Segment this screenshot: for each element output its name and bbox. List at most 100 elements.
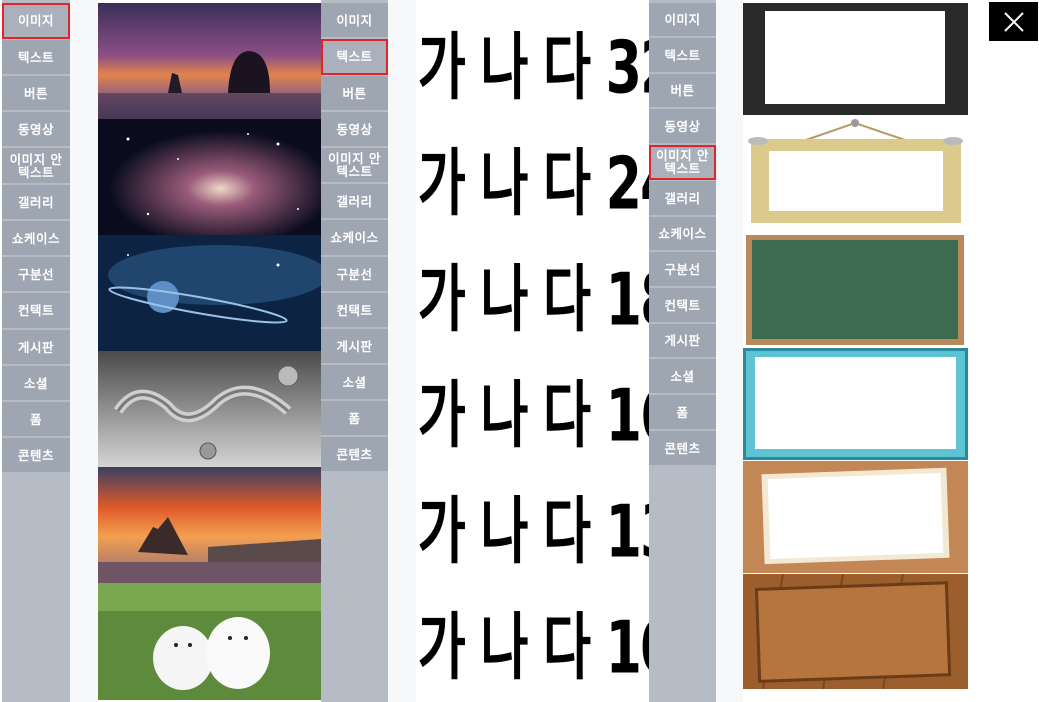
black-frame-icon: [743, 3, 968, 115]
menu-item-label: 콘텐츠: [336, 446, 373, 462]
menu-item-label: 버튼: [23, 85, 48, 101]
spacer: [716, 0, 743, 702]
wood-plank-frame-icon: [743, 574, 968, 689]
frame-chalkboard[interactable]: [743, 235, 968, 347]
frame-brown-paper[interactable]: [743, 461, 968, 573]
menu-item-label: 게시판: [17, 339, 54, 355]
menu-item-label: 이미지 안 텍스트: [9, 151, 63, 180]
menu-item-label: 텍스트: [17, 49, 54, 65]
menu-item-label: 게시판: [336, 338, 373, 354]
menu-item-label: 게시판: [664, 333, 701, 348]
menu-item-12[interactable]: 콘텐츠: [649, 431, 716, 466]
menu-item-label: 버튼: [342, 85, 367, 101]
photo-sunset-icon: [98, 3, 321, 119]
sidebar-secondary: 이미지텍스트버튼동영상이미지 안 텍스트갤러리쇼케이스구분선컨택트게시판소셜폼콘…: [321, 0, 388, 702]
menu-item-2[interactable]: 버튼: [321, 76, 388, 111]
menu-item-12[interactable]: 콘텐츠: [2, 438, 70, 473]
menu-item-label: 컨택트: [664, 297, 701, 313]
menu-item-9[interactable]: 게시판: [649, 324, 716, 358]
menu-item-label: 동영상: [336, 121, 373, 137]
menu-item-0[interactable]: 이미지: [649, 3, 716, 37]
turquoise-frame-icon: [743, 348, 968, 460]
menu-item-2[interactable]: 버튼: [649, 74, 716, 108]
photo-shipwreck-icon: [98, 467, 321, 583]
spacer: [388, 0, 416, 702]
menu-item-1[interactable]: 텍스트: [649, 38, 716, 73]
menu-item-6[interactable]: 쇼케이스: [649, 217, 716, 251]
menu-item-4[interactable]: 이미지 안 텍스트: [2, 148, 70, 184]
image-thumb-shipwreck[interactable]: [98, 467, 321, 583]
chalkboard-frame-icon: [743, 235, 968, 347]
menu-item-2[interactable]: 버튼: [2, 76, 70, 111]
menu-item-8[interactable]: 컨택트: [649, 288, 716, 323]
sidebar-primary: 이미지텍스트버튼동영상이미지 안 텍스트갤러리쇼케이스구분선컨택트게시판소셜폼콘…: [2, 0, 70, 702]
close-icon: [1003, 11, 1024, 32]
menu-item-6[interactable]: 쇼케이스: [2, 221, 70, 256]
close-button[interactable]: [989, 2, 1038, 41]
menu-item-label: 갤러리: [336, 193, 373, 209]
menu-item-label: 구분선: [17, 266, 54, 282]
menu-item-1[interactable]: 텍스트: [2, 40, 70, 75]
menu-item-10[interactable]: 소셜: [2, 366, 70, 401]
image-thumb-chrome[interactable]: [98, 351, 321, 467]
menu-item-11[interactable]: 폼: [649, 395, 716, 430]
menu-item-4[interactable]: 이미지 안 텍스트: [321, 148, 388, 183]
menu-item-label: 동영상: [664, 118, 701, 134]
frame-black[interactable]: [743, 3, 968, 115]
photo-puppies-icon: [98, 583, 321, 700]
menu-item-label: 소셜: [670, 368, 695, 384]
menu-item-label: 쇼케이스: [11, 230, 60, 246]
menu-item-9[interactable]: 게시판: [321, 329, 388, 364]
menu-item-7[interactable]: 구분선: [649, 252, 716, 287]
menu-item-7[interactable]: 구분선: [321, 257, 388, 292]
menu-item-label: 콘텐츠: [17, 447, 54, 463]
menu-item-label: 폼: [348, 410, 361, 426]
menu-item-3[interactable]: 동영상: [649, 109, 716, 144]
menu-item-11[interactable]: 폼: [2, 402, 70, 437]
menu-item-6[interactable]: 쇼케이스: [321, 220, 388, 256]
menu-item-3[interactable]: 동영상: [321, 112, 388, 147]
menu-item-1[interactable]: 텍스트: [321, 39, 388, 75]
menu-item-12[interactable]: 콘텐츠: [321, 437, 388, 472]
menu-item-5[interactable]: 갤러리: [649, 181, 716, 216]
photo-space-icon: [98, 119, 321, 235]
menu-item-label: 텍스트: [664, 47, 701, 63]
image-thumb-sunset[interactable]: [98, 3, 321, 119]
menu-item-10[interactable]: 소셜: [321, 365, 388, 400]
menu-item-label: 컨택트: [17, 303, 54, 318]
menu-item-10[interactable]: 소셜: [649, 359, 716, 394]
menu-item-0[interactable]: 이미지: [321, 3, 388, 38]
frame-wood-plank[interactable]: [743, 574, 968, 689]
menu-item-5[interactable]: 갤러리: [321, 184, 388, 219]
text-size-list: 가 나 다 32px 가 나 다 24px 가 나 다 18px 가 나 다 1…: [416, 3, 744, 702]
menu-item-5[interactable]: 갤러리: [2, 185, 70, 220]
menu-item-label: 갤러리: [664, 190, 701, 206]
menu-item-label: 소셜: [342, 374, 367, 390]
menu-item-label: 쇼케이스: [330, 230, 379, 245]
image-thumb-planet[interactable]: [98, 235, 321, 351]
menu-item-label: 컨택트: [336, 302, 373, 318]
menu-item-11[interactable]: 폼: [321, 401, 388, 436]
sidebar-tertiary: 이미지텍스트버튼동영상이미지 안 텍스트갤러리쇼케이스구분선컨택트게시판소셜폼 콘…: [649, 0, 716, 702]
frame-turquoise[interactable]: [743, 348, 968, 460]
menu-item-label: 소셜: [23, 375, 48, 391]
menu-item-8[interactable]: 컨택트: [321, 293, 388, 328]
menu-item-label: 쇼케이스: [658, 226, 707, 241]
menu-item-label: 구분선: [336, 266, 373, 282]
menu-item-0[interactable]: 이미지: [2, 3, 70, 39]
text-sample-10[interactable]: 가 나 다 10px: [416, 569, 744, 702]
menu-item-8[interactable]: 컨택트: [2, 293, 70, 329]
menu-item-label: 폼: [676, 404, 689, 420]
image-thumb-puppies[interactable]: [98, 583, 321, 700]
menu-item-9[interactable]: 게시판: [2, 330, 70, 365]
menu-item-label: 버튼: [670, 83, 695, 98]
menu-item-4[interactable]: 이미지 안 텍스트: [649, 145, 716, 180]
frame-bamboo[interactable]: [743, 119, 968, 231]
menu-item-label: 폼: [29, 411, 42, 427]
image-thumb-galaxy[interactable]: [98, 119, 321, 235]
menu-item-3[interactable]: 동영상: [2, 112, 70, 147]
menu-item-label: 갤러리: [17, 194, 54, 210]
photo-planet-icon: [98, 235, 321, 351]
menu-item-label: 이미지: [336, 12, 373, 28]
menu-item-7[interactable]: 구분선: [2, 257, 70, 292]
